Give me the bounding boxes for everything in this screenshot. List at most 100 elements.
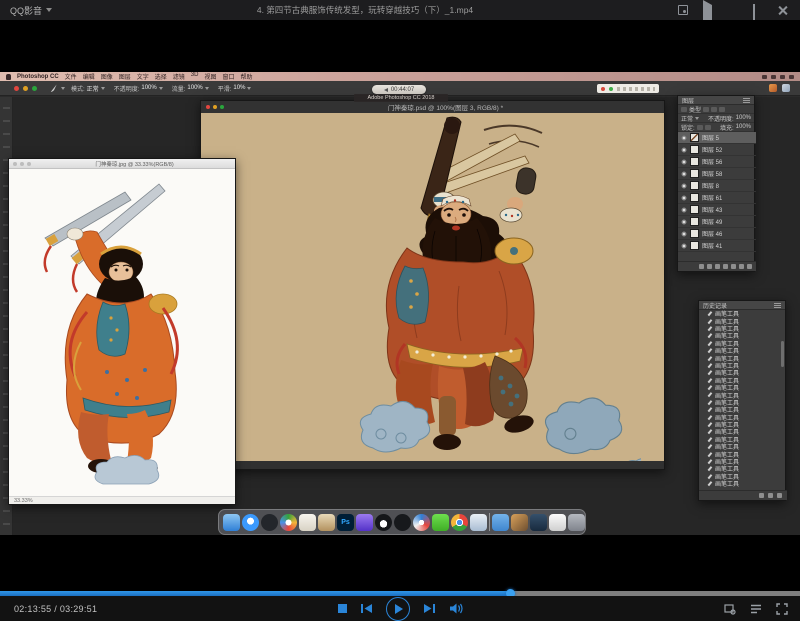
option-group[interactable]: 流量: 100% [172, 84, 209, 93]
layer-row[interactable]: 图层 43 [678, 204, 756, 216]
history-entry[interactable]: 画笔工具 [699, 480, 783, 487]
dock-icon[interactable] [261, 514, 278, 531]
new-document-from-state-icon[interactable] [759, 493, 764, 498]
layer-row[interactable]: 图层 8 [678, 180, 756, 192]
wifi-icon[interactable] [771, 75, 776, 79]
layer-thumbnail[interactable] [690, 145, 699, 154]
layer-row[interactable]: 图层 46 [678, 228, 756, 240]
doc-close-button[interactable] [206, 105, 210, 109]
doc-zoom-button[interactable] [220, 105, 224, 109]
layer-thumbnail[interactable] [690, 181, 699, 190]
dock-icon[interactable] [530, 514, 547, 531]
history-entry[interactable]: 画笔工具 [699, 310, 783, 317]
next-button[interactable] [423, 603, 436, 614]
layer-row[interactable]: 图层 52 [678, 144, 756, 156]
playlist-button[interactable] [750, 603, 762, 615]
panel-menu-icon[interactable] [743, 98, 750, 103]
menubar-menu-item[interactable]: 滤镜 [173, 72, 185, 81]
filter-effect-icon[interactable] [711, 107, 717, 112]
dock-icon[interactable] [394, 514, 411, 531]
history-entry[interactable]: 画笔工具 [699, 406, 783, 413]
history-entry[interactable]: 画笔工具 [699, 399, 783, 406]
fullscreen-button[interactable] [776, 603, 788, 615]
layer-thumbnail[interactable] [690, 229, 699, 238]
dock-icon[interactable] [242, 514, 259, 531]
previous-button[interactable] [360, 603, 373, 614]
input-method-icon[interactable] [762, 75, 767, 79]
filter-kind-icon[interactable] [703, 107, 709, 112]
eye-icon[interactable] [681, 243, 687, 249]
history-entry[interactable]: 画笔工具 [699, 347, 783, 354]
dock-icon[interactable] [318, 514, 335, 531]
red-swatch[interactable] [601, 87, 605, 91]
dock-icon[interactable] [492, 514, 509, 531]
layer-row[interactable]: 图层 56 [678, 156, 756, 168]
layer-thumbnail[interactable] [690, 241, 699, 250]
menubar-menu-item[interactable]: 帮助 [240, 72, 252, 81]
history-entry[interactable]: 画笔工具 [699, 362, 783, 369]
menubar-menu-item[interactable]: 3D [191, 72, 199, 81]
ref-titlebar[interactable]: 门神秦琼.jpg @ 33.33%(RGB/8) [9, 159, 235, 169]
history-entry[interactable]: 画笔工具 [699, 340, 783, 347]
dock-icon[interactable] [356, 514, 373, 531]
dock-icon[interactable]: Ps [337, 514, 354, 531]
option-group[interactable]: 不透明度: 100% [114, 84, 163, 93]
window-minimize-button[interactable] [23, 86, 28, 91]
panel-menu-icon[interactable] [774, 303, 781, 308]
history-entry[interactable]: 画笔工具 [699, 421, 783, 428]
layers-tab[interactable]: 图层 [682, 96, 694, 105]
ref-zoom-button[interactable] [27, 162, 31, 166]
new-layer-icon[interactable] [739, 264, 744, 269]
brush-preset-caret-icon[interactable] [61, 87, 65, 90]
history-entry[interactable]: 画笔工具 [699, 458, 783, 465]
screenshot-icon[interactable] [678, 5, 688, 15]
window-zoom-button[interactable] [32, 86, 37, 91]
eye-icon[interactable] [681, 159, 687, 165]
doc-titlebar[interactable]: 门神秦琼.psd @ 100%(图层 3, RGB/8) * [201, 101, 664, 113]
doc-minimize-button[interactable] [213, 105, 217, 109]
window-close-button[interactable] [14, 86, 19, 91]
layer-row[interactable]: 图层 61 [678, 192, 756, 204]
layer-style-icon[interactable] [707, 264, 712, 269]
history-entry[interactable]: 画笔工具 [699, 473, 783, 480]
dock-icon[interactable] [511, 514, 528, 531]
dock-icon[interactable] [280, 514, 297, 531]
menubar-menu-item[interactable]: 文件 [65, 72, 77, 81]
video-display-area[interactable]: Photoshop CC 文件编辑图像图层文字选择滤镜3D视图窗口帮助 [0, 20, 800, 591]
menubar-menu-item[interactable]: 选择 [155, 72, 167, 81]
history-entry[interactable]: 画笔工具 [699, 325, 783, 332]
layer-thumbnail[interactable] [690, 193, 699, 202]
lock-pixels-icon[interactable] [705, 125, 711, 130]
eye-icon[interactable] [681, 147, 687, 153]
layer-thumbnail[interactable] [690, 205, 699, 214]
eye-icon[interactable] [681, 135, 687, 141]
dock-icon[interactable] [470, 514, 487, 531]
layer-row[interactable]: 图层 5 [678, 132, 756, 144]
ref-close-button[interactable] [13, 162, 17, 166]
mini-swatches-panel[interactable] [597, 84, 659, 93]
delete-state-icon[interactable] [777, 493, 782, 498]
layer-thumbnail[interactable] [690, 157, 699, 166]
history-entry[interactable]: 画笔工具 [699, 369, 783, 376]
menubar-menu-item[interactable]: 图像 [101, 72, 113, 81]
dock-icon[interactable] [223, 514, 240, 531]
eye-icon[interactable] [681, 195, 687, 201]
history-entry[interactable]: 画笔工具 [699, 332, 783, 339]
menubar-menu-item[interactable]: 编辑 [83, 72, 95, 81]
link-layers-icon[interactable] [699, 264, 704, 269]
eye-icon[interactable] [681, 171, 687, 177]
option-group[interactable]: 模式: 正常 [71, 84, 105, 93]
close-icon[interactable] [778, 5, 788, 15]
green-swatch[interactable] [609, 87, 613, 91]
adjustment-layer-icon[interactable] [723, 264, 728, 269]
layer-row[interactable]: 图层 58 [678, 168, 756, 180]
reference-canvas[interactable] [9, 169, 235, 498]
history-entry[interactable]: 画笔工具 [699, 391, 783, 398]
apple-icon[interactable] [6, 74, 11, 80]
filter-funnel-icon[interactable] [681, 107, 687, 112]
desktop-icon[interactable] [782, 84, 790, 92]
app-menu-button[interactable]: QQ影音 [0, 4, 52, 17]
dock-icon[interactable] [413, 514, 430, 531]
history-entry[interactable]: 画笔工具 [699, 377, 783, 384]
opacity-value[interactable]: 100% [736, 115, 751, 121]
